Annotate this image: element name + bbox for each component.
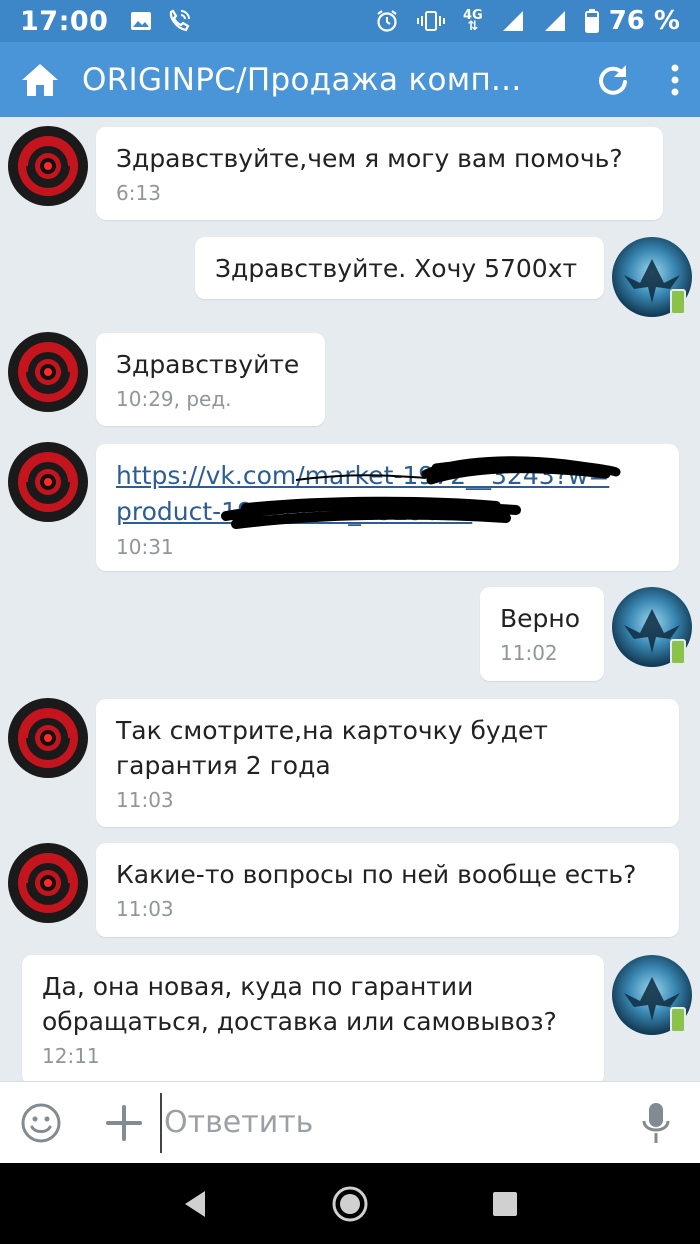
back-icon[interactable]: [181, 1189, 209, 1219]
message-text: Какие-то вопросы по ней вообще есть?: [116, 860, 637, 889]
system-nav-bar: [0, 1163, 700, 1244]
message-bubble[interactable]: Так смотрите,на карточку будет гарантия …: [96, 699, 679, 827]
signal-icon: [544, 11, 565, 31]
origin-avatar[interactable]: [8, 442, 88, 522]
origin-avatar[interactable]: [8, 843, 88, 923]
origin-logo-icon: [18, 452, 78, 512]
microphone-icon[interactable]: [640, 1101, 672, 1145]
message-text: Так смотрите,на карточку будет: [116, 716, 548, 745]
vibrate-icon: [416, 11, 445, 31]
message-time: 11:03: [116, 897, 174, 921]
message-text: Здравствуйте: [116, 350, 300, 379]
mobile-online-icon: [670, 289, 686, 315]
home-icon[interactable]: [20, 62, 60, 98]
network-type: 4G ⇅: [463, 9, 483, 33]
emoji-icon[interactable]: [20, 1102, 62, 1144]
refresh-icon[interactable]: [596, 63, 630, 97]
origin-logo-icon: [18, 853, 78, 913]
message-text: Здравствуйте. Хочу 5700хт: [215, 254, 578, 283]
alarm-icon: [377, 10, 397, 32]
message-bubble[interactable]: Здравствуйте. Хочу 5700хт: [195, 237, 604, 299]
status-bar: 17:00 4G ⇅ 76 %: [0, 0, 700, 42]
message-bubble[interactable]: Какие-то вопросы по ней вообще есть? 11:…: [96, 843, 679, 937]
compose-bar: [0, 1081, 700, 1163]
home-circle-icon[interactable]: [331, 1185, 369, 1223]
recents-icon[interactable]: [491, 1190, 519, 1218]
signal-icon: [502, 11, 523, 31]
mobile-online-icon: [670, 639, 686, 665]
origin-logo-icon: [18, 342, 78, 402]
message-bubble[interactable]: Здравствуйте,чем я могу вам помочь? 6:13: [96, 127, 663, 220]
message-text: Да, она новая, куда по гарантии: [42, 972, 474, 1001]
origin-logo-icon: [18, 136, 78, 196]
reply-input[interactable]: [160, 1092, 610, 1153]
message-text-continued: гарантия 2 года: [116, 751, 331, 780]
message-bubble[interactable]: Здравствуйте 10:29, ред.: [96, 333, 325, 426]
message-time: 10:29, ред.: [116, 387, 232, 411]
message-time: 11:02: [500, 641, 558, 665]
more-vert-icon[interactable]: [670, 63, 680, 97]
message-bubble[interactable]: Да, она новая, куда по гарантии обращать…: [22, 955, 604, 1081]
origin-avatar[interactable]: [8, 698, 88, 778]
status-time: 17:00: [20, 5, 109, 37]
origin-avatar[interactable]: [8, 126, 88, 206]
message-text: Здравствуйте,чем я могу вам помочь?: [116, 144, 623, 173]
app-header: ORIGINPC/Продажа комп...: [0, 42, 700, 117]
message-text: Верно: [500, 604, 581, 633]
battery-icon: [584, 9, 599, 33]
wifi-call-icon: [170, 9, 191, 32]
message-list[interactable]: Здравствуйте,чем я могу вам помочь? 6:13…: [0, 117, 700, 1081]
message-time: 12:11: [42, 1044, 100, 1068]
message-bubble[interactable]: https://vk.com/market-1972__3243?w= prod…: [96, 444, 679, 571]
origin-avatar[interactable]: [8, 332, 88, 412]
message-bubble[interactable]: Верно 11:02: [480, 587, 604, 681]
plus-icon[interactable]: [104, 1103, 144, 1143]
redaction-scribble: [221, 456, 621, 529]
battery-percent: 76 %: [608, 6, 680, 36]
message-text-continued: обращаться, доставка или самовывоз?: [42, 1007, 557, 1036]
mobile-online-icon: [670, 1007, 686, 1033]
origin-logo-icon: [18, 708, 78, 768]
image-icon: [131, 12, 152, 30]
message-time: 6:13: [116, 181, 161, 205]
chat-title[interactable]: ORIGINPC/Продажа комп...: [82, 62, 522, 98]
message-time: 11:03: [116, 788, 174, 812]
